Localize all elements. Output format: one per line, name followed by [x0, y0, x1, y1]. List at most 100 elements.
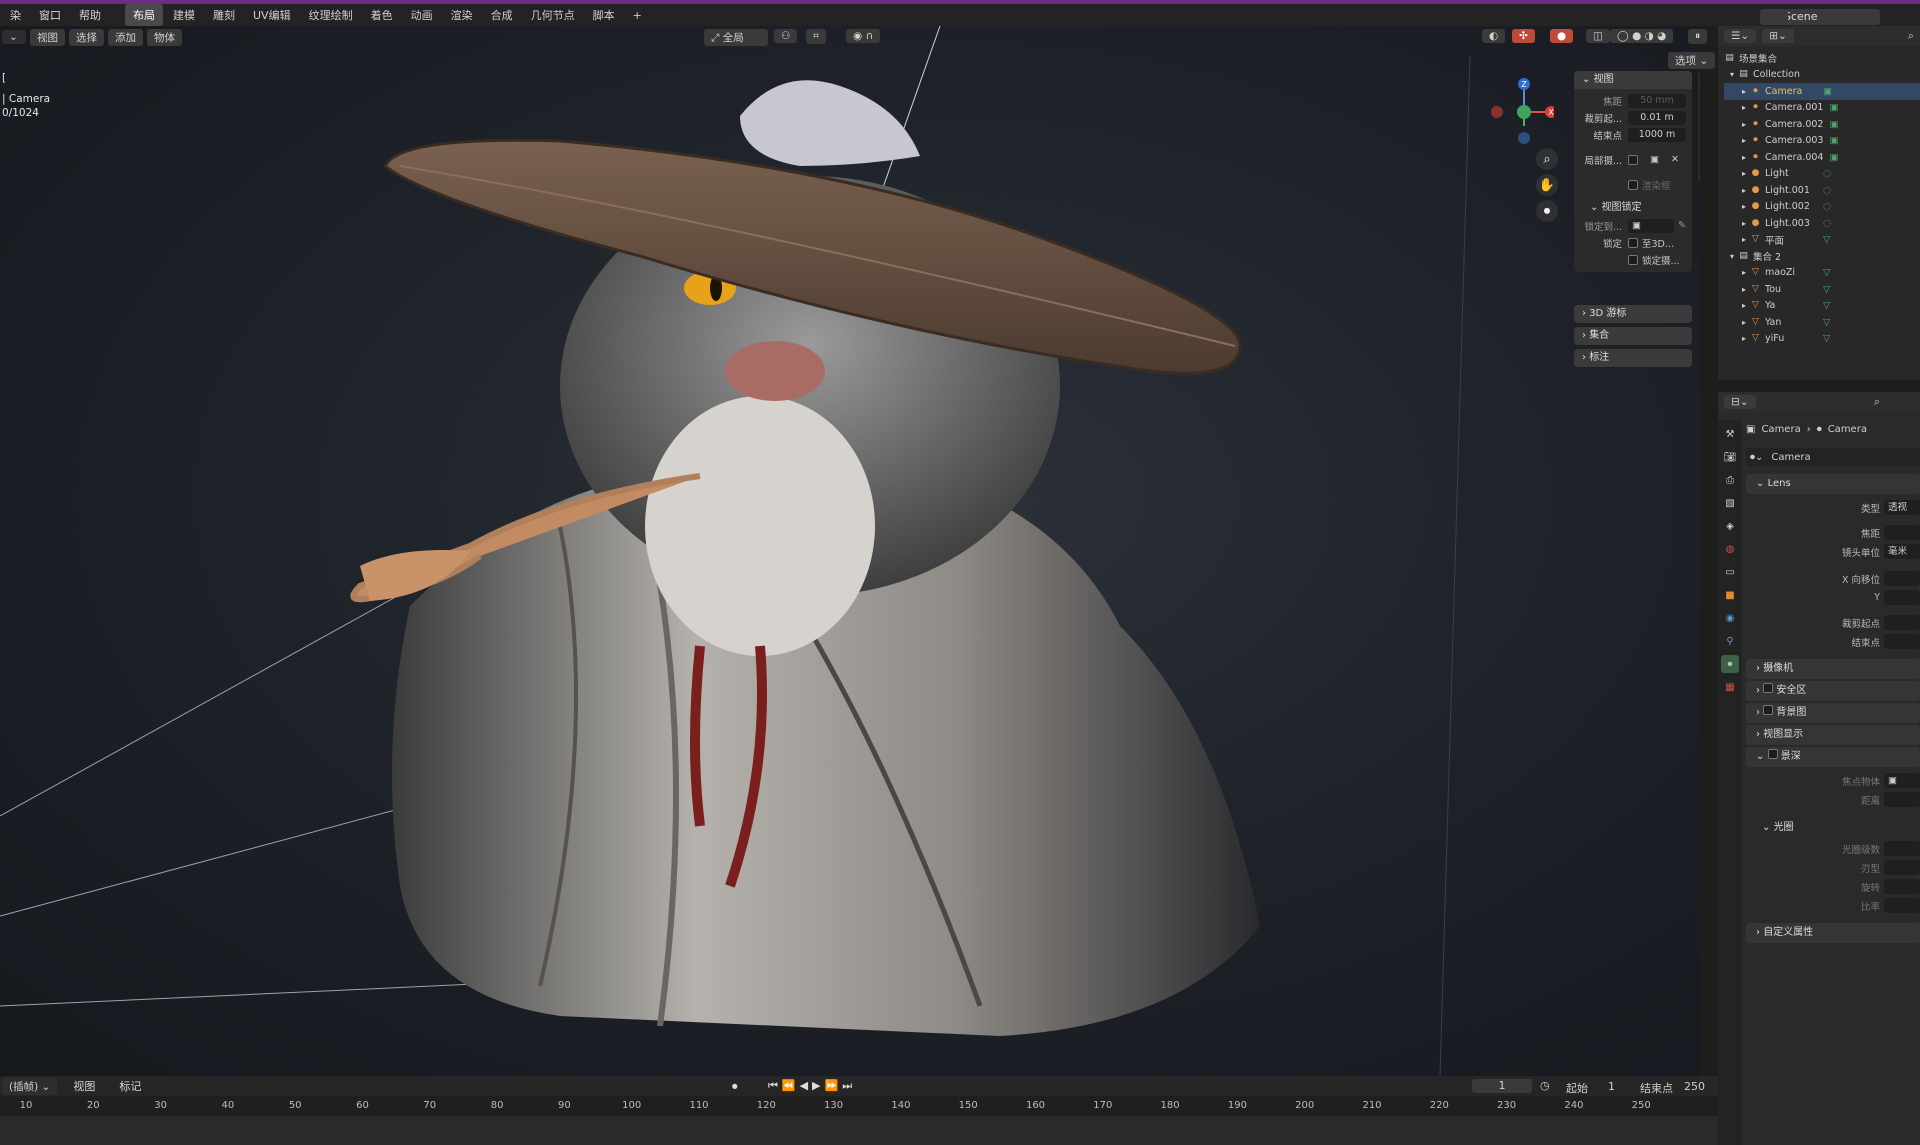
navigation-gizmo[interactable]: Z X: [1484, 72, 1554, 152]
light-data-icon[interactable]: ◌: [1823, 185, 1831, 196]
light-data-icon[interactable]: ◌: [1823, 168, 1831, 179]
gizmo-toggle-icon[interactable]: ✣: [1512, 29, 1535, 43]
expand-icon[interactable]: ▸: [1742, 318, 1746, 327]
outliner-editor-type-icon[interactable]: ☰⌄: [1724, 29, 1757, 43]
playback-controls[interactable]: ⏮⏪◀▶⏩⏭: [768, 1079, 856, 1093]
expand-icon[interactable]: ▸: [1742, 235, 1746, 244]
menu-render[interactable]: 染: [2, 5, 29, 25]
camera-data-icon[interactable]: ▣: [1829, 135, 1838, 146]
tab-rendering[interactable]: 渲染: [443, 4, 481, 26]
timeline-tracks[interactable]: [0, 1116, 1718, 1145]
custom-properties-panel-header[interactable]: › 自定义属性: [1746, 923, 1920, 943]
shift-x-field[interactable]: [1884, 571, 1920, 586]
transform-orientation-dropdown[interactable]: ⤢ 全局: [704, 29, 768, 46]
expand-icon[interactable]: ▸: [1742, 334, 1746, 343]
expand-icon[interactable]: ▸: [1742, 136, 1746, 145]
view-lock-subpanel-header[interactable]: ⌄ 视图锁定: [1574, 199, 1692, 217]
camera-data-icon[interactable]: ▣: [1829, 119, 1838, 130]
expand-icon[interactable]: ▸: [1742, 301, 1746, 310]
world-tab-icon[interactable]: ◍: [1721, 540, 1739, 558]
end-frame-field[interactable]: 250: [1684, 1080, 1705, 1093]
clip-end-prop-field[interactable]: [1884, 634, 1920, 649]
background-images-checkbox[interactable]: [1763, 705, 1774, 715]
expand-icon[interactable]: ▸: [1742, 120, 1746, 129]
focal-length-field[interactable]: 50 mm: [1628, 93, 1686, 108]
outliner-item[interactable]: ▸ ⏺ Camera.003 ▣: [1724, 133, 1920, 150]
camera-datablock-name[interactable]: Camera: [1771, 452, 1810, 463]
overlays-toggle-icon[interactable]: ●: [1550, 29, 1574, 43]
tool-tab-icon[interactable]: ⚒: [1721, 425, 1739, 443]
lock-to-3d-cursor-checkbox[interactable]: [1628, 237, 1638, 248]
camera-panel-header[interactable]: › 摄像机: [1746, 659, 1920, 679]
tab-animation[interactable]: 动画: [403, 4, 441, 26]
outliner-item[interactable]: ▸ ▽ maoZi ▽: [1724, 265, 1920, 282]
outliner-item[interactable]: ▸ ● Light.002 ◌: [1724, 199, 1920, 216]
mesh-data-icon[interactable]: ▽: [1823, 284, 1830, 295]
camera-data-tab-icon[interactable]: ⏺: [1721, 655, 1739, 673]
expand-icon[interactable]: ▸: [1742, 285, 1746, 294]
lens-type-dropdown[interactable]: 透视: [1884, 500, 1920, 515]
aperture-ratio-field[interactable]: [1884, 898, 1920, 913]
snap-icon[interactable]: ⌗: [806, 29, 826, 44]
timeline-marker-menu[interactable]: 标记: [111, 1076, 149, 1096]
menu-window[interactable]: 窗口: [31, 5, 69, 25]
outliner-item[interactable]: ▸ ● Light.003 ◌: [1724, 215, 1920, 232]
expand-icon[interactable]: ▾: [1730, 70, 1734, 79]
add-workspace-button[interactable]: +: [625, 6, 650, 25]
viewport-display-panel-header[interactable]: › 视图显示: [1746, 725, 1920, 745]
expand-icon[interactable]: ▸: [1742, 202, 1746, 211]
scene-icon[interactable]: [1770, 9, 1788, 25]
camera-datablock-selector[interactable]: ⏺⌄ Camera: [1746, 448, 1920, 466]
collection-row[interactable]: ▾ ▤ Collection: [1724, 67, 1920, 84]
expand-icon[interactable]: ▾: [1730, 252, 1734, 261]
camera-view-icon[interactable]: ⏺: [1536, 200, 1558, 222]
add-menu[interactable]: 添加: [108, 28, 143, 46]
timeline-view-menu[interactable]: 视图: [65, 1076, 103, 1096]
expand-icon[interactable]: ▸: [1742, 219, 1746, 228]
focus-distance-field[interactable]: [1884, 792, 1920, 807]
background-images-panel-header[interactable]: › 背景图: [1746, 703, 1920, 723]
object-menu[interactable]: 物体: [147, 28, 182, 46]
outliner-item[interactable]: ▸ ⏺ Camera.004 ▣: [1724, 149, 1920, 166]
constraints-tab-icon[interactable]: ⚲: [1721, 632, 1739, 650]
view-menu[interactable]: 视图: [30, 28, 65, 46]
mesh-data-icon[interactable]: ▽: [1823, 234, 1830, 245]
tab-texture-paint[interactable]: 纹理绘制: [301, 4, 361, 26]
shading-modes-icon[interactable]: ◯ ● ◑ ◕: [1610, 29, 1674, 43]
search-icon[interactable]: ⌕: [1908, 29, 1914, 43]
clip-start-prop-field[interactable]: [1884, 615, 1920, 630]
outliner-item[interactable]: ▸ ⏺ Camera.001 ▣: [1724, 100, 1920, 117]
clock-icon[interactable]: ◷: [1540, 1079, 1550, 1092]
3d-cursor-panel-header[interactable]: › 3D 游标: [1574, 305, 1692, 323]
expand-icon[interactable]: ▸: [1742, 153, 1746, 162]
outliner-item[interactable]: ▸ ● Light ◌: [1724, 166, 1920, 183]
aperture-rotation-field[interactable]: [1884, 879, 1920, 894]
outliner-item[interactable]: ▸ ▽ Tou ▽: [1724, 281, 1920, 298]
current-frame-field[interactable]: 1: [1472, 1079, 1532, 1093]
object-tab-icon[interactable]: ■: [1721, 586, 1739, 604]
expand-icon[interactable]: ▸: [1742, 169, 1746, 178]
focus-object-field[interactable]: ▣: [1884, 773, 1920, 788]
light-data-icon[interactable]: ◌: [1823, 201, 1831, 212]
outliner-item[interactable]: ▸ ▽ Ya ▽: [1724, 298, 1920, 315]
eyedropper-icon[interactable]: ✎: [1678, 220, 1686, 231]
collection-tab-icon[interactable]: ▭: [1721, 563, 1739, 581]
fstop-field[interactable]: [1884, 841, 1920, 856]
timeline-ruler[interactable]: 10 20 30 40 50 60 70 80 90 100 110 120 130 140 150 160 1…: [0, 1096, 1718, 1116]
collection-2-row[interactable]: ▾ ▤ 集合 2: [1724, 248, 1920, 265]
xray-icon[interactable]: ◫: [1586, 29, 1610, 43]
annotations-panel-header[interactable]: › 标注: [1574, 349, 1692, 367]
scene-tab-icon[interactable]: ◈: [1721, 517, 1739, 535]
tab-modeling[interactable]: 建模: [165, 4, 203, 26]
lock-to-object-field[interactable]: ▣: [1628, 218, 1675, 233]
expand-icon[interactable]: ▸: [1742, 186, 1746, 195]
safe-areas-panel-header[interactable]: › 安全区: [1746, 681, 1920, 701]
outliner-item[interactable]: ▸ ▽ Yan ▽: [1724, 314, 1920, 331]
lens-panel-header[interactable]: ⌄ Lens: [1746, 474, 1920, 494]
view-layer-tab-icon[interactable]: ▧: [1721, 494, 1739, 512]
tab-compositing[interactable]: 合成: [483, 4, 521, 26]
zoom-icon[interactable]: ⌕: [1536, 148, 1558, 170]
pan-hand-icon[interactable]: ✋: [1536, 174, 1558, 196]
mesh-data-icon[interactable]: ▽: [1823, 300, 1830, 311]
editor-type-button[interactable]: ⌄: [2, 30, 26, 44]
